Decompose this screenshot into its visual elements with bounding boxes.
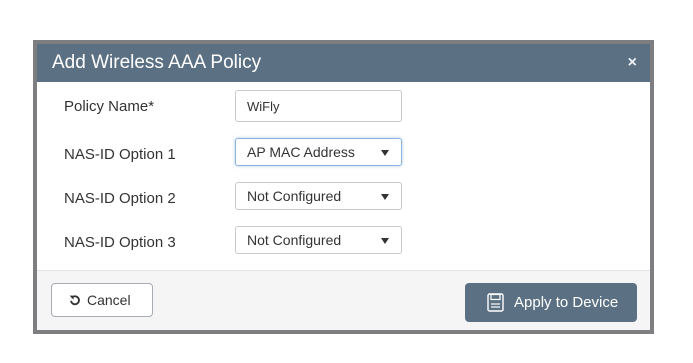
nas-id-option-3-select[interactable]: Not Configured	[235, 226, 402, 254]
apply-to-device-button[interactable]: Apply to Device	[465, 283, 637, 322]
close-icon[interactable]: ×	[628, 44, 637, 82]
nas-id-option-1-value: AP MAC Address	[247, 144, 355, 160]
caret-down-icon	[381, 194, 389, 200]
nas-id-option-2-value: Not Configured	[247, 188, 342, 204]
policy-name-input[interactable]	[235, 90, 402, 122]
add-wireless-aaa-policy-dialog: Add Wireless AAA Policy × Policy Name* N…	[33, 40, 654, 334]
nas-id-option-1-select[interactable]: AP MAC Address	[235, 138, 402, 166]
nas-id-option-1-row: NAS-ID Option 1 AP MAC Address	[37, 138, 650, 174]
dialog-footer: Cancel Apply to Device	[37, 270, 650, 330]
nas-id-option-2-select[interactable]: Not Configured	[235, 182, 402, 210]
caret-down-icon	[381, 150, 389, 156]
save-icon	[487, 293, 504, 312]
policy-name-label: Policy Name*	[64, 98, 155, 115]
undo-icon	[69, 295, 80, 306]
dialog-header: Add Wireless AAA Policy ×	[37, 44, 650, 82]
cancel-button[interactable]: Cancel	[51, 283, 153, 317]
nas-id-option-3-label: NAS-ID Option 3	[64, 234, 176, 251]
caret-down-icon	[381, 238, 389, 244]
nas-id-option-3-row: NAS-ID Option 3 Not Configured	[37, 226, 650, 262]
nas-id-option-1-label: NAS-ID Option 1	[64, 146, 176, 163]
nas-id-option-2-label: NAS-ID Option 2	[64, 190, 176, 207]
apply-to-device-button-label: Apply to Device	[514, 294, 619, 311]
nas-id-option-3-value: Not Configured	[247, 232, 342, 248]
cancel-button-label: Cancel	[87, 292, 131, 308]
nas-id-option-2-row: NAS-ID Option 2 Not Configured	[37, 182, 650, 218]
dialog-title: Add Wireless AAA Policy	[52, 52, 262, 73]
policy-name-row: Policy Name*	[37, 90, 650, 126]
